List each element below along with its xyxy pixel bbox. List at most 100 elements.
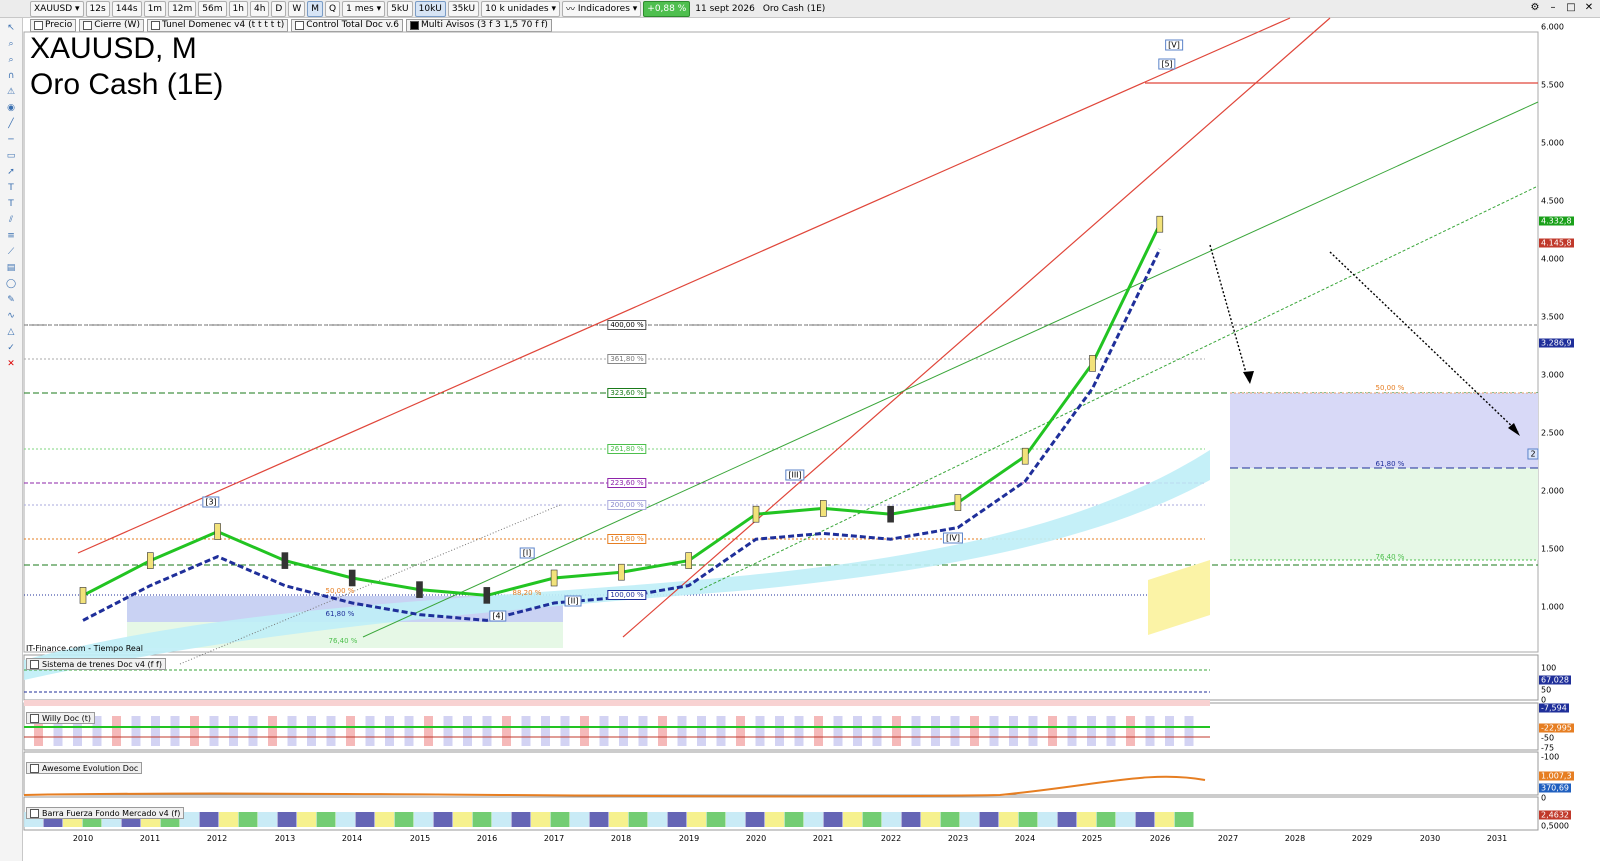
barra-bar <box>238 812 258 827</box>
barra-bar <box>745 812 765 827</box>
willy-bar <box>736 716 745 746</box>
willy-bar <box>1048 716 1057 746</box>
wave-label[interactable]: [I] <box>519 547 535 559</box>
year-label: 2012 <box>206 834 228 843</box>
price-axis-label: 2.500 <box>1541 428 1564 438</box>
trenes-axis-label: 100 <box>1541 663 1557 673</box>
fib-label: 50,00 % <box>1375 384 1405 392</box>
fib-label: 200,00 % <box>607 500 647 510</box>
panel-title-awesome[interactable]: Awesome Evolution Doc <box>26 762 143 774</box>
willy-bar <box>443 716 453 746</box>
barra-bar <box>1077 812 1096 827</box>
willy-bar <box>794 716 804 746</box>
checkbox-icon[interactable] <box>30 808 39 818</box>
barra-bar <box>531 812 550 827</box>
price-axis-label: 5.000 <box>1541 138 1564 148</box>
willy-bar <box>1126 716 1135 746</box>
barra-bar <box>219 812 238 827</box>
barra-bar <box>1116 812 1135 827</box>
barra-bar <box>765 812 784 827</box>
fib-label: 223,60 % <box>607 478 647 488</box>
trenes-axis-label: 50 <box>1541 685 1552 695</box>
willy-bar <box>638 716 648 746</box>
willy-bar <box>580 716 589 746</box>
willy-bar <box>833 716 843 746</box>
sub-panel-frame <box>23 751 1539 796</box>
price-axis-label: 5.500 <box>1541 80 1564 90</box>
price-tag-blue: 3.286,9 <box>1539 338 1574 348</box>
barra-bar <box>570 812 589 827</box>
year-label: 2010 <box>72 834 94 843</box>
year-label: 2025 <box>1081 834 1103 843</box>
panel-label: Awesome Evolution Doc <box>42 763 139 773</box>
willy-bar <box>1165 716 1174 746</box>
willy-bar <box>560 716 570 746</box>
barra-bar <box>921 812 940 827</box>
wave-label[interactable]: [5] <box>1158 58 1176 70</box>
awesome-axis-label: 0 <box>1541 793 1547 803</box>
barra-bar <box>628 812 648 827</box>
willy-bar <box>424 716 433 746</box>
willy-bar <box>190 716 199 746</box>
willy-bar <box>151 716 160 746</box>
barra-bar <box>784 812 804 827</box>
wave-label[interactable]: [V] <box>1165 39 1183 51</box>
wave-label[interactable]: [II] <box>564 595 582 607</box>
panel-title-willy[interactable]: Willy Doc (t) <box>26 712 96 724</box>
awesome-tag: 370,69 <box>1539 783 1571 793</box>
willy-bar <box>970 716 979 746</box>
fib-label: 76,40 % <box>328 637 358 645</box>
willy-bar <box>248 716 258 746</box>
barra-bar <box>687 812 706 827</box>
candle <box>1156 215 1164 233</box>
year-label: 2013 <box>274 834 296 843</box>
barra-bar <box>453 812 472 827</box>
willy-bar <box>365 716 375 746</box>
year-label: 2022 <box>880 834 902 843</box>
year-label: 2030 <box>1419 834 1441 843</box>
willy-bar <box>1184 716 1194 746</box>
checkbox-icon[interactable] <box>30 659 39 669</box>
fib-label: 261,80 % <box>607 444 647 454</box>
willy-bar <box>775 716 784 746</box>
willy-bar <box>989 716 999 746</box>
willy-bar <box>268 716 277 746</box>
wave-label[interactable]: [IV] <box>942 532 964 544</box>
price-axis-label: 2.000 <box>1541 486 1564 496</box>
barra-bar <box>648 812 667 827</box>
wave-label[interactable]: 2 <box>1527 448 1539 460</box>
barra-bar <box>511 812 531 827</box>
barra-bar <box>1155 812 1174 827</box>
wave-label[interactable]: [3] <box>202 496 220 508</box>
barra-bar <box>550 812 570 827</box>
barra-bar <box>960 812 979 827</box>
barra-bar <box>1057 812 1077 827</box>
year-label: 2017 <box>543 834 565 843</box>
willy-axis-label: -50 <box>1541 733 1555 743</box>
barra-bar <box>823 812 843 827</box>
willy-bar <box>1028 716 1038 746</box>
wave-label[interactable]: [III] <box>785 469 805 481</box>
price-axis-label: 1.000 <box>1541 602 1564 612</box>
checkbox-icon[interactable] <box>30 713 39 723</box>
trenes-tag: -7,594 <box>1539 703 1569 713</box>
price-tag-green: 4.332,8 <box>1539 216 1574 226</box>
willy-bar <box>229 716 238 746</box>
barra-bar <box>882 812 901 827</box>
price-chart[interactable] <box>0 0 1600 861</box>
barra-bar <box>609 812 628 827</box>
chart-subtitle: Oro Cash (1E) <box>30 68 224 101</box>
year-label: 2029 <box>1351 834 1373 843</box>
willy-bar <box>346 716 355 746</box>
willy-bar <box>853 716 862 746</box>
price-axis-label: 6.000 <box>1541 22 1564 32</box>
wave-label[interactable]: [4] <box>489 610 507 622</box>
panel-title-barra[interactable]: Barra Fuerza Fondo Mercado v4 (f) <box>26 807 185 819</box>
trenes-tag: 67,028 <box>1539 675 1571 685</box>
year-label: 2018 <box>610 834 632 843</box>
willy-bar <box>658 716 667 746</box>
checkbox-icon[interactable] <box>30 763 39 773</box>
willy-bar <box>1067 716 1077 746</box>
panel-title-trenes[interactable]: Sistema de trenes Doc v4 (f f) <box>26 658 166 670</box>
barra-bar <box>999 812 1018 827</box>
